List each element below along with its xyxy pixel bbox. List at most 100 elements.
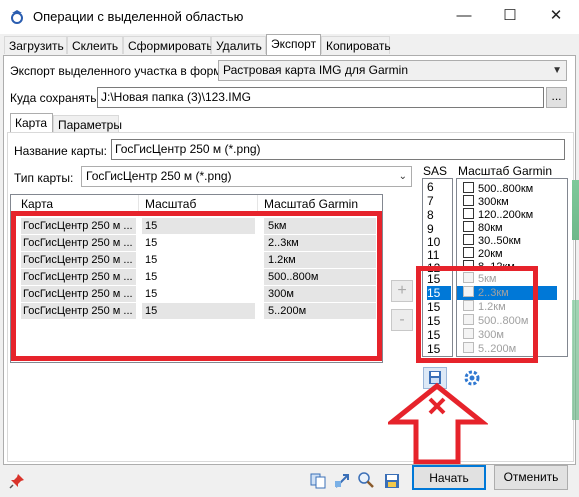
table-row[interactable]: ГосГисЦентр 250 м ... 15 2..3км xyxy=(11,235,382,252)
checkbox[interactable] xyxy=(463,328,474,339)
zoom-icon[interactable] xyxy=(357,471,375,489)
map-name-label: Название карты: xyxy=(14,144,108,158)
list-item[interactable]: 300км xyxy=(463,195,509,209)
cell-map: ГосГисЦентр 250 м ... xyxy=(23,254,133,266)
table-row[interactable]: ГосГисЦентр 250 м ... 15 5..200м xyxy=(11,303,382,320)
cell-garmin-scale: 500..800м xyxy=(268,271,319,283)
map-type-value: ГосГисЦентр 250 м (*.png) xyxy=(86,169,232,183)
column-header-garmin-scale[interactable]: Масштаб Garmin xyxy=(264,197,358,211)
save-path-input[interactable]: J:\Новая папка (3)\123.IMG xyxy=(97,87,544,108)
chevron-down-icon: ▼ xyxy=(552,65,562,76)
copy-icon[interactable] xyxy=(309,472,327,490)
checkbox[interactable] xyxy=(463,247,474,258)
table-row[interactable]: ГосГисЦентр 250 м ... 15 1.2км xyxy=(11,252,382,269)
list-item[interactable]: 500..800м xyxy=(463,314,528,328)
cell-map: ГосГисЦентр 250 м ... xyxy=(23,220,133,232)
list-item[interactable]: 10 xyxy=(427,235,451,249)
cell-map: ГосГисЦентр 250 м ... xyxy=(23,271,133,283)
tab-copy[interactable]: Копировать xyxy=(321,36,391,54)
cell-scale: 15 xyxy=(145,288,158,300)
red-arrow-annotation xyxy=(388,382,488,464)
column-divider[interactable] xyxy=(138,195,139,213)
minimize-icon[interactable]: — xyxy=(441,0,487,34)
checkbox[interactable] xyxy=(463,221,474,232)
list-item[interactable]: 30..50км xyxy=(463,234,521,248)
checkbox[interactable] xyxy=(463,182,474,193)
checkbox[interactable] xyxy=(463,208,474,219)
list-item[interactable]: 7 xyxy=(427,194,451,208)
column-header-scale[interactable]: Масштаб xyxy=(145,197,196,211)
map-name-input[interactable]: ГосГисЦентр 250 м (*.png) xyxy=(111,139,565,160)
browse-button[interactable]: ... xyxy=(546,87,567,108)
maximize-icon[interactable]: ☐ xyxy=(487,0,533,34)
cell-garmin-scale: 5км xyxy=(268,220,287,232)
list-item[interactable]: 11 xyxy=(427,248,451,262)
export-dialog: Операции с выделенной областью — ☐ ✕ Заг… xyxy=(0,0,579,497)
list-item[interactable]: 80км xyxy=(463,221,503,235)
column-divider[interactable] xyxy=(257,195,258,213)
move-icon[interactable] xyxy=(333,472,351,490)
list-item[interactable]: 1.2км xyxy=(463,300,506,314)
cancel-button[interactable]: Отменить xyxy=(494,465,568,490)
checkbox[interactable] xyxy=(463,286,474,297)
export-format-select[interactable]: Растровая карта IMG для Garmin ▼ xyxy=(218,60,567,81)
table-row[interactable]: ГосГисЦентр 250 м ... 15 300м xyxy=(11,286,382,303)
app-icon xyxy=(11,10,23,24)
list-item[interactable]: 15 xyxy=(427,314,451,328)
checkbox[interactable] xyxy=(463,234,474,245)
list-item[interactable]: 15 xyxy=(427,328,451,342)
table-row[interactable]: ГосГисЦентр 250 м ... 15 5км xyxy=(11,218,382,235)
add-button[interactable]: + xyxy=(391,280,413,302)
checkbox[interactable] xyxy=(463,195,474,206)
cell-garmin-scale: 300м xyxy=(268,288,294,300)
list-item[interactable]: 15 xyxy=(427,272,451,286)
export-format-label: Экспорт выделенного участка в формат xyxy=(10,64,234,78)
list-item[interactable]: 15 xyxy=(427,342,451,356)
save-icon[interactable] xyxy=(383,472,401,490)
sas-label: SAS xyxy=(423,164,448,178)
title-bar: Операции с выделенной областью — ☐ ✕ xyxy=(0,0,579,34)
tab-generate[interactable]: Сформировать xyxy=(123,36,213,54)
cell-scale: 15 xyxy=(145,220,158,232)
sas-list[interactable]: 6 7 8 9 10 11 12 15 15 15 15 15 15 xyxy=(422,178,453,357)
checkbox[interactable] xyxy=(463,260,474,271)
garmin-scale-list[interactable]: 500..800км 300км 120..200км 80км 30..50к… xyxy=(456,178,568,357)
list-item[interactable]: 15 xyxy=(427,300,451,314)
column-header-map[interactable]: Карта xyxy=(21,197,53,211)
table-row[interactable]: ГосГисЦентр 250 м ... 15 500..800м xyxy=(11,269,382,286)
list-item[interactable]: 500..800км xyxy=(463,182,533,196)
cell-scale: 15 xyxy=(145,305,158,317)
tab-export[interactable]: Экспорт xyxy=(266,34,321,55)
tab-merge[interactable]: Склеить xyxy=(67,36,123,54)
tab-parameters[interactable]: Параметры xyxy=(53,115,122,133)
list-item[interactable]: 5км xyxy=(463,272,497,286)
list-item[interactable]: 6 xyxy=(427,180,451,194)
checkbox[interactable] xyxy=(463,300,474,311)
list-item[interactable]: 5..200м xyxy=(463,342,516,356)
list-item[interactable]: 120..200км xyxy=(463,208,533,222)
tab-load[interactable]: Загрузить xyxy=(4,36,67,54)
list-item[interactable]: 8 xyxy=(427,208,451,222)
close-icon[interactable]: ✕ xyxy=(533,0,579,34)
pin-icon[interactable] xyxy=(9,473,25,489)
background-window-strip xyxy=(572,300,579,420)
checkbox[interactable] xyxy=(463,314,474,325)
cell-scale: 15 xyxy=(145,271,158,283)
list-item[interactable]: 300м xyxy=(463,328,504,342)
list-item-selected[interactable]: 15 xyxy=(427,286,451,300)
window-title: Операции с выделенной областью xyxy=(33,9,244,24)
chevron-down-icon: ⌄ xyxy=(398,171,407,182)
tab-delete[interactable]: Удалить xyxy=(211,36,266,54)
list-item-selected[interactable]: 2..3км xyxy=(457,286,557,300)
checkbox[interactable] xyxy=(463,342,474,353)
export-format-value: Растровая карта IMG для Garmin xyxy=(223,63,409,77)
save-to-label: Куда сохранять: xyxy=(10,91,100,105)
list-item[interactable]: 9 xyxy=(427,222,451,236)
list-item[interactable]: 20км xyxy=(463,247,503,261)
map-type-select[interactable]: ГосГисЦентр 250 м (*.png) ⌄ xyxy=(81,166,412,187)
cell-garmin-scale: 5..200м xyxy=(268,305,307,317)
checkbox[interactable] xyxy=(463,272,474,283)
remove-button[interactable]: - xyxy=(391,309,413,331)
tab-map[interactable]: Карта xyxy=(10,113,53,133)
start-button[interactable]: Начать xyxy=(412,465,486,490)
